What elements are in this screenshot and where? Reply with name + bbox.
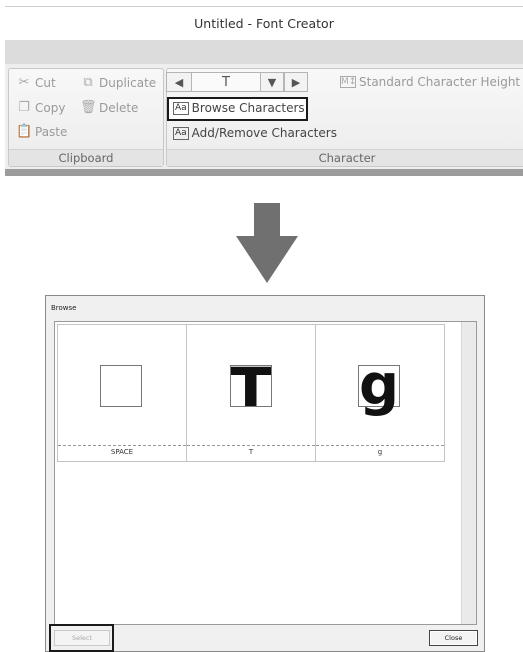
character-grid-pane: SPACE T T g g bbox=[54, 321, 477, 625]
cut-button[interactable]: ✂ Cut bbox=[16, 75, 56, 90]
scissors-icon: ✂ bbox=[18, 75, 30, 90]
glyph-preview: T bbox=[230, 365, 272, 407]
chevron-down-icon: ▼ bbox=[267, 75, 277, 89]
character-cell-t[interactable]: T T bbox=[186, 324, 316, 462]
browse-dialog: Browse SPACE T T g g Select Close bbox=[45, 295, 485, 652]
paste-icon: 📋 bbox=[16, 124, 33, 139]
aa-add-icon: Aa bbox=[173, 126, 189, 140]
character-group-label: Character bbox=[167, 149, 523, 166]
ribbon-divider bbox=[5, 169, 523, 176]
down-arrow-shaft bbox=[254, 203, 280, 238]
prev-character-button[interactable]: ◀ bbox=[166, 72, 192, 92]
character-caption: T bbox=[248, 448, 254, 456]
ribbon-tab-strip bbox=[5, 40, 523, 64]
trash-icon: 🗑 bbox=[80, 100, 97, 115]
dialog-title: Browse bbox=[51, 304, 77, 312]
arrow-right-icon: ▶ bbox=[291, 75, 301, 89]
character-cell-g[interactable]: g g bbox=[315, 324, 445, 462]
aa-icon: Aa bbox=[173, 101, 189, 115]
copy-button[interactable]: ❐ Copy bbox=[16, 100, 65, 115]
clipboard-group-label: Clipboard bbox=[9, 149, 163, 166]
down-arrow-icon bbox=[236, 236, 298, 283]
glyph-preview: g bbox=[358, 353, 400, 418]
character-navigator: ◀ T ▼ ▶ bbox=[166, 72, 332, 92]
copy-icon: ❐ bbox=[18, 100, 30, 115]
glyph-preview bbox=[100, 365, 142, 407]
delete-button[interactable]: 🗑 Delete bbox=[80, 100, 138, 115]
close-button[interactable]: Close bbox=[429, 630, 478, 646]
standard-character-height-button[interactable]: M↕ Standard Character Height bbox=[340, 75, 520, 89]
vertical-scrollbar[interactable] bbox=[461, 322, 476, 624]
duplicate-icon: ⧉ bbox=[83, 75, 93, 90]
add-remove-characters-button[interactable]: Aa Add/Remove Characters bbox=[173, 126, 337, 140]
character-dropdown-button[interactable]: ▼ bbox=[260, 72, 284, 92]
character-caption: SPACE bbox=[110, 448, 134, 456]
window-title: Untitled - Font Creator bbox=[5, 6, 523, 41]
paste-button[interactable]: 📋 Paste bbox=[16, 124, 67, 139]
character-cell-space[interactable]: SPACE bbox=[57, 324, 187, 462]
current-character-field[interactable]: T bbox=[192, 72, 260, 92]
select-button-highlight bbox=[49, 624, 114, 652]
height-icon: M↕ bbox=[340, 76, 357, 88]
arrow-left-icon: ◀ bbox=[174, 75, 184, 89]
browse-characters-button[interactable]: Aa Browse Characters bbox=[173, 101, 305, 115]
character-caption: g bbox=[377, 448, 383, 456]
duplicate-button[interactable]: ⧉ Duplicate bbox=[80, 75, 156, 90]
next-character-button[interactable]: ▶ bbox=[284, 72, 308, 92]
